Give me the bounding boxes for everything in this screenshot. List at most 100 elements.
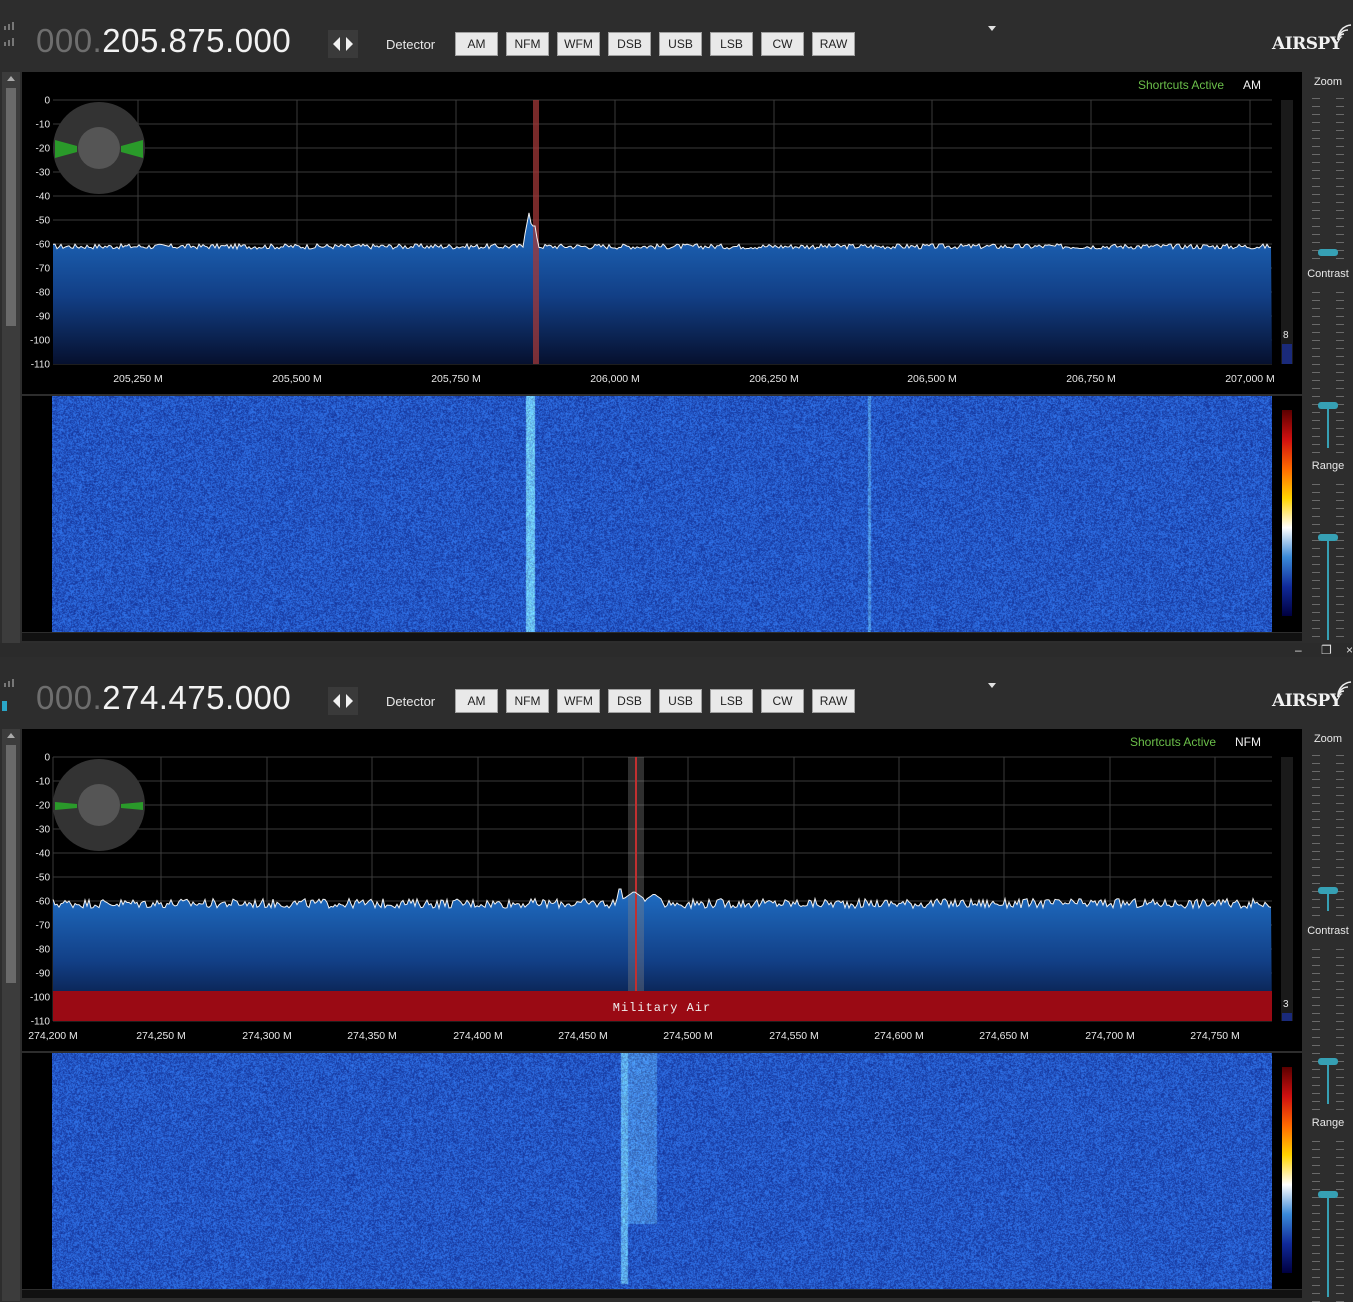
- close-icon[interactable]: ×: [1346, 643, 1353, 657]
- mode-raw-button[interactable]: RAW: [812, 689, 855, 713]
- horizontal-scrollbar[interactable]: [22, 633, 1302, 641]
- slider-tick: [1310, 162, 1346, 163]
- slider-tick: [1310, 492, 1346, 493]
- zoom-handle-icon: [55, 802, 143, 810]
- mode-usb-button[interactable]: USB: [659, 689, 702, 713]
- slider-tick: [1310, 380, 1346, 381]
- mode-wfm-button[interactable]: WFM: [557, 689, 600, 713]
- range-label: Range: [1311, 1117, 1345, 1129]
- slider-tick: [1310, 138, 1346, 139]
- zoom-slider-track[interactable]: [1310, 98, 1346, 259]
- horizontal-scrollbar[interactable]: [22, 1290, 1302, 1298]
- db-tick-label: -90: [36, 312, 51, 323]
- slider-tick: [1310, 372, 1346, 373]
- slider-tick: [1310, 356, 1346, 357]
- mode-usb-button[interactable]: USB: [659, 32, 702, 56]
- slider-tick: [1310, 106, 1346, 107]
- frequency-tick-label: 206,250 M: [749, 373, 799, 385]
- slider-tick: [1310, 875, 1346, 876]
- mode-nfm-button[interactable]: NFM: [506, 689, 549, 713]
- frequency-tick-label: 274,650 M: [979, 1030, 1029, 1042]
- scroll-up-icon[interactable]: [7, 76, 15, 81]
- mode-am-button[interactable]: AM: [455, 32, 498, 56]
- db-tick-label: 0: [44, 96, 50, 107]
- slider-tick: [1310, 1157, 1346, 1158]
- slider-tick: [1310, 867, 1346, 868]
- scroll-thumb[interactable]: [6, 88, 16, 326]
- side-scrollbar[interactable]: [2, 729, 20, 1301]
- mode-am-button[interactable]: AM: [455, 689, 498, 713]
- frequency-tick-label: 274,450 M: [558, 1030, 608, 1042]
- restore-icon[interactable]: ❐: [1321, 643, 1332, 657]
- zoom-handle-icon: [55, 140, 143, 158]
- spectrum-display[interactable]: 0 -10 -20 -30 -40 -50 -60 -70 -80 -90 -100 -110 205…: [22, 72, 1302, 394]
- tuning-marker[interactable]: [635, 757, 637, 1021]
- slider-tick: [1310, 218, 1346, 219]
- slider-tick: [1310, 170, 1346, 171]
- slider-tick: [1310, 1045, 1346, 1046]
- waterfall-display[interactable]: [22, 396, 1302, 632]
- slider-tick: [1310, 787, 1346, 788]
- slider-tick: [1310, 348, 1346, 349]
- slider-tick: [1310, 332, 1346, 333]
- mode-nfm-button[interactable]: NFM: [506, 32, 549, 56]
- slider-tick: [1310, 484, 1346, 485]
- db-tick-label: -30: [36, 168, 51, 179]
- mode-dsb-button[interactable]: DSB: [608, 689, 651, 713]
- frequency-step-buttons[interactable]: [328, 687, 358, 715]
- frequency-tick-label: 274,300 M: [242, 1030, 292, 1042]
- frequency-tick-label: 274,750 M: [1190, 1030, 1240, 1042]
- zoom-compass[interactable]: [53, 102, 145, 194]
- slider-tick: [1310, 819, 1346, 820]
- waterfall-display[interactable]: [22, 1053, 1302, 1289]
- chevron-down-icon[interactable]: [988, 26, 996, 31]
- slider-tick: [1310, 114, 1346, 115]
- detector-label: Detector: [386, 37, 436, 52]
- demodulator-modes: AM NFM WFM DSB USB LSB CW RAW: [455, 689, 855, 713]
- mode-lsb-button[interactable]: LSB: [710, 32, 753, 56]
- frequency-display[interactable]: 000.274.475.000: [36, 679, 291, 717]
- frequency-tick-label: 207,000 M: [1225, 373, 1275, 385]
- minimize-icon[interactable]: –: [1295, 643, 1302, 657]
- db-tick-label: -100: [30, 993, 50, 1004]
- slider-tick: [1310, 1181, 1346, 1182]
- mode-raw-button[interactable]: RAW: [812, 32, 855, 56]
- mode-cw-button[interactable]: CW: [761, 689, 804, 713]
- current-mode: NFM: [1235, 735, 1261, 749]
- frequency-tick-label: 274,200 M: [28, 1030, 78, 1042]
- mode-wfm-button[interactable]: WFM: [557, 32, 600, 56]
- spectrum-display[interactable]: Military Air 0 -10 -20 -30 -40 -50 -60 -70 -80 -9…: [22, 729, 1302, 1051]
- slider-tick: [1310, 308, 1346, 309]
- toolbar: 000.205.875.000 Detector AM NFM WFM DSB …: [0, 0, 1353, 70]
- range-slider-thumb[interactable]: [1318, 534, 1338, 541]
- db-tick-label: -40: [36, 849, 51, 860]
- frequency-prefix: 000.: [36, 679, 103, 716]
- contrast-slider-thumb[interactable]: [1318, 402, 1338, 409]
- frequency-tick-label: 274,550 M: [769, 1030, 819, 1042]
- zoom-slider-thumb[interactable]: [1318, 249, 1338, 256]
- slider-tick: [1310, 524, 1346, 525]
- db-tick-label: -30: [36, 825, 51, 836]
- display-controls: Zoom Contrast Range: [1303, 727, 1353, 1302]
- waterfall-color-scale: [1282, 410, 1292, 616]
- mode-lsb-button[interactable]: LSB: [710, 689, 753, 713]
- side-scrollbar[interactable]: [2, 72, 20, 644]
- slider-tick: [1310, 388, 1346, 389]
- zoom-slider-thumb[interactable]: [1318, 887, 1338, 894]
- chevron-down-icon[interactable]: [988, 683, 996, 688]
- scroll-up-icon[interactable]: [7, 733, 15, 738]
- zoom-compass[interactable]: [53, 759, 145, 851]
- frequency-value: 205.875.000: [102, 22, 292, 59]
- frequency-display[interactable]: 000.205.875.000: [36, 22, 291, 60]
- mode-cw-button[interactable]: CW: [761, 32, 804, 56]
- scroll-thumb[interactable]: [6, 745, 16, 983]
- slider-tick: [1310, 516, 1346, 517]
- frequency-step-buttons[interactable]: [328, 30, 358, 58]
- display-controls: Zoom Contrast Range: [1303, 70, 1353, 645]
- range-slider-thumb[interactable]: [1318, 1191, 1338, 1198]
- contrast-slider-thumb[interactable]: [1318, 1058, 1338, 1065]
- slider-tick: [1310, 1021, 1346, 1022]
- shortcuts-status: Shortcuts Active: [1138, 78, 1225, 92]
- mode-dsb-button[interactable]: DSB: [608, 32, 651, 56]
- frequency-value: 274.475.000: [102, 679, 292, 716]
